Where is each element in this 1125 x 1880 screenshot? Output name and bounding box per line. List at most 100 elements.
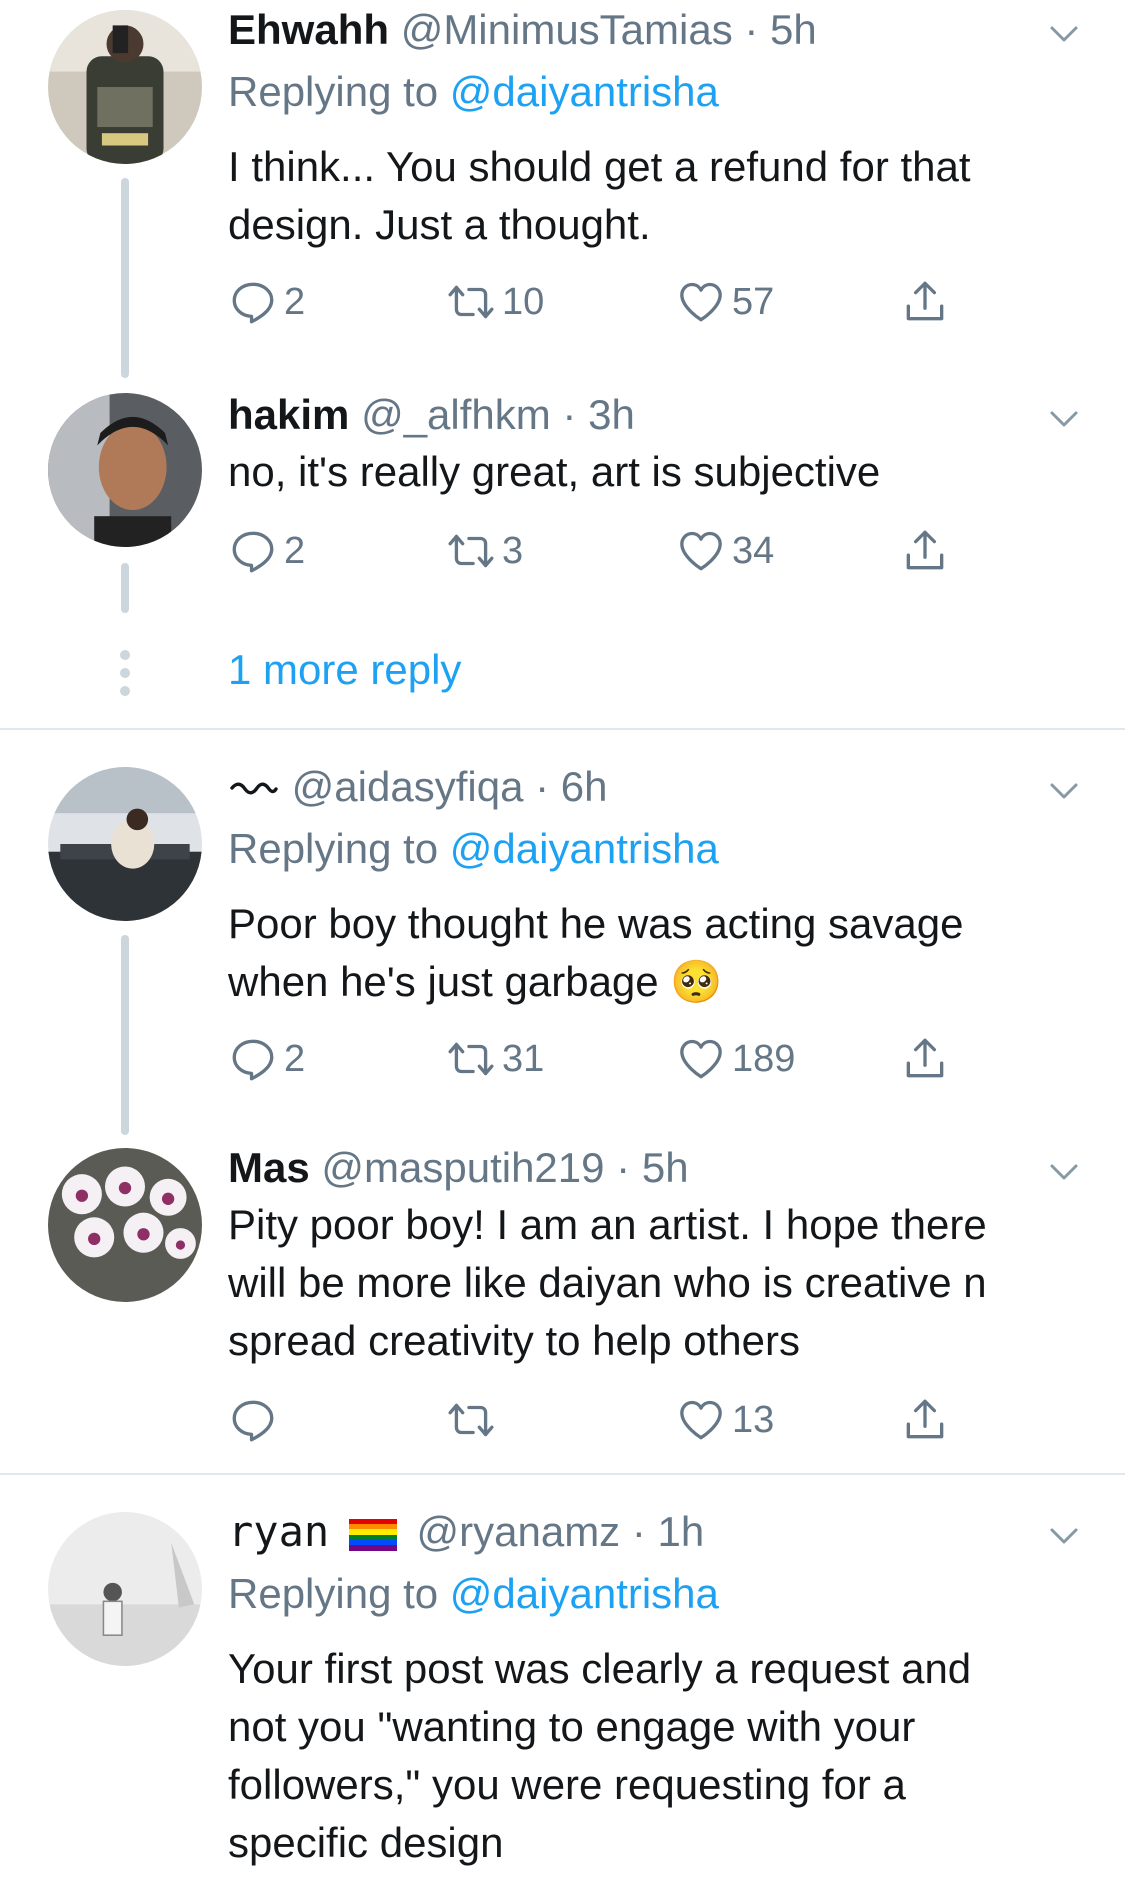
share-button[interactable] [900,1029,950,1089]
thread-line [121,935,129,1135]
tweet-header: hakim @_alfhkm · 3h [228,385,635,445]
reply-button[interactable]: 2 [228,521,305,581]
retweet-count: 31 [502,1037,545,1080]
timestamp: 5h [770,6,817,53]
tilde-wave-icon [230,782,278,795]
replying-to-link[interactable]: @daiyantrisha [450,1570,719,1617]
divider [0,1473,1125,1475]
retweet-count: 10 [502,280,545,323]
tweet-header: ryan @ryanamz · 1h [228,1502,704,1562]
share-icon [900,1034,950,1084]
handle[interactable]: @masputih219 · 5h [321,1144,688,1191]
like-button[interactable]: 13 [676,1390,774,1450]
retweet-button[interactable]: 10 [446,272,544,332]
tweet-2[interactable]: hakim @_alfhkm · 3h no, it's really grea… [0,385,1125,625]
tweet-header: Mas @masputih219 · 5h [228,1138,689,1198]
avatar-image [48,767,202,921]
avatar-mas[interactable] [48,1148,202,1302]
timestamp: 6h [560,763,608,810]
display-name[interactable]: Mas [228,1144,310,1191]
chevron-down-icon[interactable] [1046,1154,1082,1190]
retweet-button[interactable]: 3 [446,521,523,581]
tweet-actions: 13 [228,1390,988,1450]
replying-to: Replying to @daiyantrisha [228,68,719,115]
chevron-down-icon[interactable] [1046,773,1082,809]
replying-to: Replying to @daiyantrisha [228,1570,719,1617]
retweet-icon [446,1395,496,1445]
tweet-5[interactable]: ryan @ryanamz · 1h Replying to @daiyantr… [0,1502,1125,1880]
tweet-4[interactable]: Mas @masputih219 · 5h Pity poor boy! I a… [0,1138,1125,1458]
reply-button[interactable] [228,1390,284,1450]
tweet-text: Pity poor boy! I am an artist. I hope th… [228,1201,987,1364]
reply-count: 2 [284,1037,306,1080]
avatar-image [48,393,202,547]
tweet-text: Poor boy thought he was acting savage wh… [228,900,964,1005]
display-name[interactable]: hakim [228,391,349,438]
share-icon [900,526,950,576]
share-button[interactable] [900,272,950,332]
timestamp: 5h [641,1144,689,1191]
retweet-icon [446,277,496,327]
tweet-text: I think... You should get a refund for t… [228,143,971,248]
avatar-image [48,1148,202,1302]
divider [0,728,1125,730]
share-icon [900,277,950,327]
heart-icon [676,1034,726,1084]
tweet-3[interactable]: @aidasyfiqa · 6h Replying to @daiyantris… [0,757,1125,1135]
share-button[interactable] [900,1390,950,1450]
replying-to-link[interactable]: @daiyantrisha [450,825,719,872]
avatar-aidasyfiqa[interactable] [48,767,202,921]
handle[interactable]: @MinimusTamias · 5h [401,6,817,53]
share-button[interactable] [900,521,950,581]
like-count: 189 [732,1037,796,1080]
replying-to-link[interactable]: @daiyantrisha [450,68,719,115]
chevron-down-icon[interactable] [1046,401,1082,437]
more-replies-link[interactable]: 1 more reply [228,640,461,700]
rainbow-flag-icon [348,1518,397,1551]
avatar-hakim[interactable] [48,393,202,547]
like-count: 13 [732,1398,775,1441]
tweet-1[interactable]: Ehwahh @MinimusTamias · 5h Replying to @… [0,0,1125,378]
like-button[interactable]: 34 [676,521,774,581]
thread-dots [116,650,134,704]
like-button[interactable]: 189 [676,1029,795,1089]
like-button[interactable]: 57 [676,272,774,332]
timestamp: 3h [588,391,635,438]
chevron-down-icon[interactable] [1046,16,1082,52]
retweet-button[interactable] [446,1390,502,1450]
like-count: 57 [732,280,775,323]
tweet-text: Your first post was clearly a request an… [228,1645,972,1866]
like-count: 34 [732,529,775,572]
reply-count: 2 [284,529,306,572]
timestamp: 1h [657,1508,705,1555]
retweet-count: 3 [502,529,524,572]
tweet-header: Ehwahh @MinimusTamias · 5h [228,0,817,60]
reply-count: 2 [284,280,306,323]
reply-icon [228,526,278,576]
heart-icon [676,277,726,327]
display-name[interactable]: Ehwahh [228,6,389,53]
avatar-image [48,1512,202,1666]
share-icon [900,1395,950,1445]
retweet-icon [446,1034,496,1084]
tweet-actions: 2 31 189 [228,1029,988,1089]
tweet-actions: 2 10 57 [228,272,988,332]
tweet-text: no, it's really great, art is subjective [228,448,881,495]
thread-line [121,178,129,378]
handle[interactable]: @aidasyfiqa · 6h [292,763,608,810]
reply-button[interactable]: 2 [228,1029,305,1089]
chevron-down-icon[interactable] [1046,1518,1082,1554]
avatar-ehwahh[interactable] [48,10,202,164]
avatar-image [48,10,202,164]
handle[interactable]: @_alfhkm · 3h [361,391,635,438]
tweet-actions: 2 3 34 [228,521,988,581]
avatar-ryan[interactable] [48,1512,202,1666]
heart-icon [676,1395,726,1445]
handle[interactable]: @ryanamz · 1h [417,1508,705,1555]
retweet-icon [446,526,496,576]
reply-icon [228,1034,278,1084]
reply-button[interactable]: 2 [228,272,305,332]
display-name[interactable]: ryan [228,1507,329,1556]
retweet-button[interactable]: 31 [446,1029,544,1089]
tweet-header: @aidasyfiqa · 6h [228,757,607,817]
